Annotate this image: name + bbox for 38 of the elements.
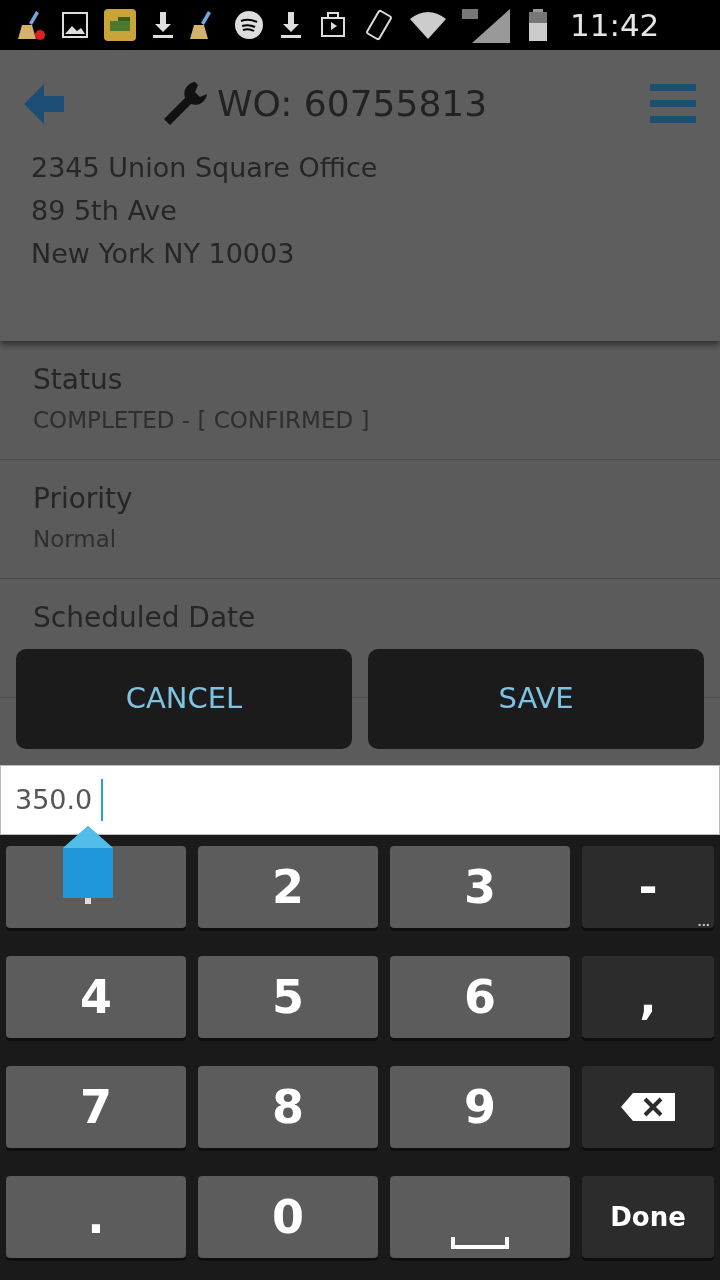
- battery-icon: [528, 9, 548, 41]
- address-line: 89 5th Ave: [31, 194, 178, 228]
- keyboard-key[interactable]: 0: [198, 1176, 378, 1258]
- address-line: New York NY 10003: [31, 237, 296, 271]
- keyboard-key[interactable]: 4: [6, 956, 186, 1038]
- work-order-title: WO: 60755813: [217, 86, 488, 122]
- app-icon: [104, 9, 136, 41]
- download-icon: [152, 10, 174, 40]
- music-icon: [234, 10, 264, 40]
- save-button[interactable]: SAVE: [368, 649, 704, 749]
- cancel-button[interactable]: CANCEL: [16, 649, 352, 749]
- signal-icon: [462, 7, 512, 43]
- space-key[interactable]: [390, 1176, 570, 1258]
- text-cursor: [101, 779, 104, 821]
- broom-icon: [18, 9, 46, 41]
- rotate-icon: [364, 9, 394, 41]
- keyboard-key[interactable]: 2: [198, 846, 378, 928]
- space-bar-icon: [451, 1237, 509, 1249]
- download-icon: [280, 10, 302, 40]
- number-input[interactable]: 350.0: [15, 779, 102, 821]
- keyboard-key[interactable]: - ...: [582, 846, 714, 928]
- clock: 11:42: [570, 5, 660, 45]
- keyboard-key[interactable]: 3: [390, 846, 570, 928]
- keyboard-key[interactable]: 9: [390, 1066, 570, 1148]
- done-key[interactable]: Done: [582, 1176, 714, 1258]
- image-icon: [62, 12, 88, 38]
- keyboard-key[interactable]: 6: [390, 956, 570, 1038]
- keyboard-key[interactable]: 8: [198, 1066, 378, 1148]
- key-hint: ...: [697, 917, 710, 928]
- store-icon: [318, 10, 348, 40]
- keyboard-key[interactable]: ,: [582, 956, 714, 1038]
- keyboard-key[interactable]: 7: [6, 1066, 186, 1148]
- keyboard-key[interactable]: 5: [198, 956, 378, 1038]
- keyboard-key[interactable]: .: [6, 1176, 186, 1258]
- backspace-icon: [621, 1093, 675, 1121]
- backspace-key[interactable]: [582, 1066, 714, 1148]
- address-line: 2345 Union Square Office: [31, 151, 379, 185]
- wifi-icon: [410, 11, 446, 39]
